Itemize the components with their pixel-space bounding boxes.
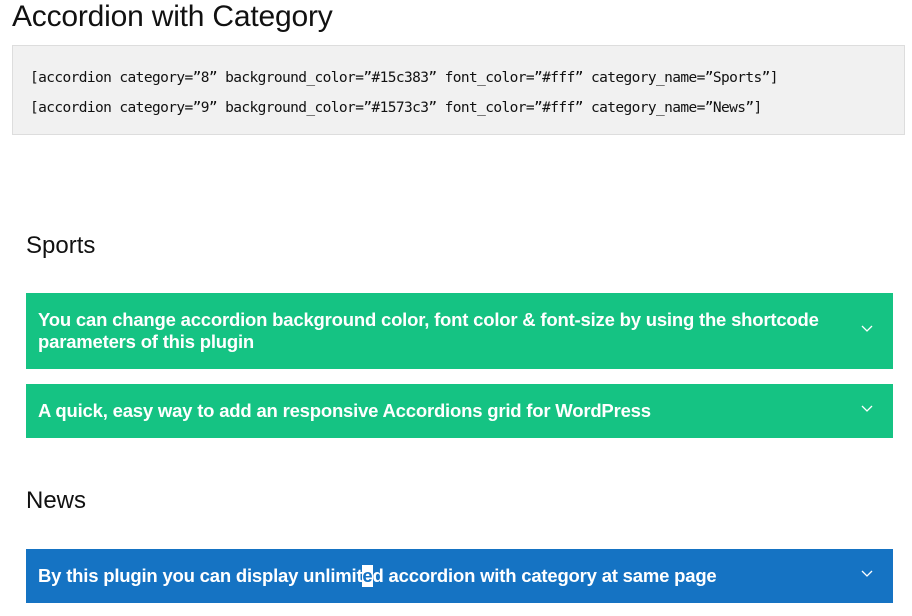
accordion-item-sports-1[interactable]: You can change accordion background colo… (26, 293, 893, 369)
accordion-item-sports-2[interactable]: A quick, easy way to add an responsive A… (26, 384, 893, 438)
chevron-down-icon[interactable] (861, 570, 873, 578)
title-text-after-cursor: d accordion with category at same page (372, 565, 717, 586)
section-heading-sports: Sports (26, 232, 96, 259)
accordion-item-title: You can change accordion background colo… (38, 309, 819, 352)
accordion-item-news-1[interactable]: By this plugin you can display unlimited… (26, 549, 893, 603)
shortcode-line-news: [accordion category=”9” background_color… (30, 100, 762, 116)
shortcode-code-block: [accordion category=”8” background_color… (12, 45, 905, 135)
section-heading-news: News (26, 487, 87, 514)
chevron-down-icon[interactable] (861, 405, 873, 413)
accordion-item-title: By this plugin you can display unlimited… (38, 565, 717, 587)
title-text-before-cursor: By this plugin you can display unlimit (38, 565, 363, 586)
chevron-down-icon[interactable] (861, 325, 873, 333)
page-title: Accordion with Category (12, 0, 333, 33)
accordion-item-title: A quick, easy way to add an responsive A… (38, 400, 651, 421)
shortcode-line-sports: [accordion category=”8” background_color… (30, 70, 779, 86)
text-cursor-highlight: e (362, 565, 373, 587)
